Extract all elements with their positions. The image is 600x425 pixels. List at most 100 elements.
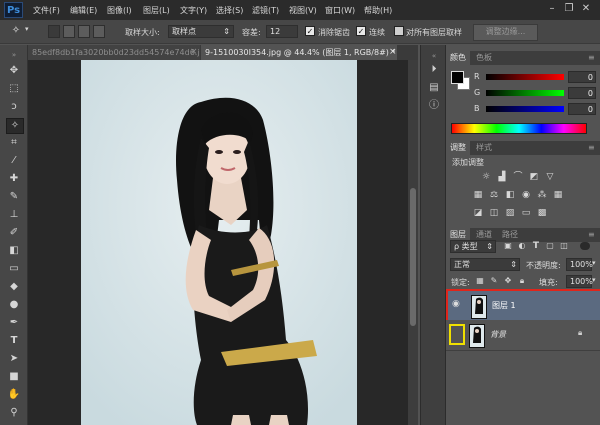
magic-wand-tool-icon[interactable]: ✧: [6, 118, 24, 134]
panel-menu-icon[interactable]: ≡: [588, 141, 595, 155]
contiguous-checkbox[interactable]: ✓: [356, 26, 366, 36]
layer-row-layer1[interactable]: ◉ 图层 1: [446, 289, 600, 323]
zoom-tool-icon[interactable]: ⚲: [6, 406, 22, 420]
pen-tool-icon[interactable]: ✒: [6, 316, 22, 330]
brush-tool-icon[interactable]: ✎: [6, 190, 22, 204]
lock-image-icon[interactable]: ✎: [488, 275, 500, 287]
photo-filter-icon[interactable]: ◉: [520, 189, 532, 201]
tab-swatches[interactable]: 色板: [472, 51, 496, 65]
new-selection-icon[interactable]: [48, 25, 60, 38]
menu-image[interactable]: 图像(I): [107, 5, 132, 16]
move-tool-icon[interactable]: ✥: [6, 64, 22, 78]
posterize-icon[interactable]: ◫: [488, 207, 500, 219]
close-icon[interactable]: ✕: [580, 3, 592, 15]
scrollbar-thumb[interactable]: [410, 188, 416, 326]
color-spectrum-ramp[interactable]: [451, 123, 587, 134]
lasso-tool-icon[interactable]: ↄ: [6, 100, 22, 114]
shape-tool-icon[interactable]: ■: [6, 370, 22, 384]
vibrance-icon[interactable]: ▽: [544, 171, 556, 183]
tab-close-icon[interactable]: ×: [190, 45, 198, 60]
tab-color[interactable]: 颜色: [446, 51, 470, 65]
color-lookup-icon[interactable]: ▦: [552, 189, 564, 201]
filter-type-icon[interactable]: T: [530, 240, 542, 252]
fill-input[interactable]: 100%: [566, 275, 593, 288]
lock-transparent-icon[interactable]: ▦: [474, 275, 486, 287]
path-selection-tool-icon[interactable]: ➤: [6, 352, 22, 366]
opacity-input[interactable]: 100%: [566, 258, 593, 271]
info-panel-icon[interactable]: ⓘ: [427, 99, 441, 113]
preset-dropdown-icon[interactable]: ▾: [25, 25, 29, 33]
menu-type[interactable]: 文字(Y): [180, 5, 207, 16]
red-value[interactable]: 0: [568, 71, 596, 83]
brightness-contrast-icon[interactable]: ☼: [480, 171, 492, 183]
black-white-icon[interactable]: ◧: [504, 189, 516, 201]
sample-size-select[interactable]: 取样点 ⇕: [168, 25, 234, 38]
healing-brush-tool-icon[interactable]: ✚: [6, 172, 22, 186]
menu-view[interactable]: 视图(V): [289, 5, 317, 16]
green-slider[interactable]: [486, 90, 564, 96]
blur-tool-icon[interactable]: ◆: [6, 280, 22, 294]
antialias-checkbox[interactable]: ✓: [305, 26, 315, 36]
exposure-icon[interactable]: ◩: [528, 171, 540, 183]
hue-saturation-icon[interactable]: ▦: [472, 189, 484, 201]
properties-panel-icon[interactable]: ▤: [427, 81, 441, 95]
layer-filter-select[interactable]: ρ 类型 ⇕: [450, 240, 496, 253]
tab-close-icon[interactable]: ×: [389, 45, 397, 60]
menu-file[interactable]: 文件(F): [33, 5, 60, 16]
intersect-selection-icon[interactable]: [93, 25, 105, 38]
threshold-icon[interactable]: ▨: [504, 207, 516, 219]
magic-wand-tool-preset-icon[interactable]: ✧: [8, 24, 24, 38]
all-layers-checkbox[interactable]: [394, 26, 404, 36]
eyedropper-tool-icon[interactable]: ⁄: [6, 154, 22, 168]
blue-value[interactable]: 0: [568, 103, 596, 115]
collapse-icon[interactable]: »: [6, 48, 22, 59]
filter-pixel-icon[interactable]: ▣: [502, 240, 514, 252]
panel-menu-icon[interactable]: ≡: [588, 51, 595, 65]
restore-icon[interactable]: ❐: [563, 3, 575, 15]
layer-row-background[interactable]: 背景 🔒︎: [446, 320, 600, 351]
tab-adjustments[interactable]: 调整: [446, 141, 470, 155]
green-value[interactable]: 0: [568, 87, 596, 99]
refine-edge-button[interactable]: 调整边缘...: [473, 24, 538, 41]
color-balance-icon[interactable]: ⚖: [488, 189, 500, 201]
collapse-panels-icon[interactable]: «: [427, 49, 441, 60]
selective-color-icon[interactable]: ▩: [536, 207, 548, 219]
dodge-tool-icon[interactable]: ●: [6, 298, 22, 312]
layer-name[interactable]: 背景: [490, 329, 506, 340]
history-panel-icon[interactable]: ⏵: [427, 63, 441, 77]
crop-tool-icon[interactable]: ⌗: [6, 136, 22, 150]
menu-window[interactable]: 窗口(W): [325, 5, 355, 16]
subtract-selection-icon[interactable]: [78, 25, 90, 38]
minimize-icon[interactable]: –: [546, 3, 558, 15]
layer-name[interactable]: 图层 1: [492, 300, 516, 311]
menu-select[interactable]: 选择(S): [216, 5, 243, 16]
levels-icon[interactable]: ▟: [496, 171, 508, 183]
filter-shape-icon[interactable]: ▢: [544, 240, 556, 252]
filter-adjustment-icon[interactable]: ◐: [516, 240, 528, 252]
curves-icon[interactable]: ⌒: [512, 171, 524, 183]
history-brush-tool-icon[interactable]: ✐: [6, 226, 22, 240]
eraser-tool-icon[interactable]: ◧: [6, 244, 22, 258]
panel-menu-icon[interactable]: ≡: [588, 228, 595, 242]
blue-slider[interactable]: [486, 106, 564, 112]
tab-styles[interactable]: 样式: [472, 141, 496, 155]
add-selection-icon[interactable]: [63, 25, 75, 38]
chevron-down-icon[interactable]: ▾: [592, 276, 596, 284]
menu-edit[interactable]: 编辑(E): [70, 5, 97, 16]
gradient-map-icon[interactable]: ▭: [520, 207, 532, 219]
lock-position-icon[interactable]: ✥: [502, 275, 514, 287]
red-slider[interactable]: [486, 74, 564, 80]
gradient-tool-icon[interactable]: ▭: [6, 262, 22, 276]
tolerance-input[interactable]: 12: [266, 25, 298, 38]
channel-mixer-icon[interactable]: ⁂: [536, 189, 548, 201]
blend-mode-select[interactable]: 正常 ⇕: [450, 258, 520, 271]
hand-tool-icon[interactable]: ✋: [6, 388, 22, 402]
filter-toggle[interactable]: [580, 242, 590, 250]
menu-filter[interactable]: 滤镜(T): [252, 5, 279, 16]
clone-stamp-tool-icon[interactable]: ⊥: [6, 208, 22, 222]
photo-canvas[interactable]: [81, 60, 357, 425]
chevron-down-icon[interactable]: ▾: [592, 259, 596, 267]
menu-layer[interactable]: 图层(L): [143, 5, 170, 16]
menu-help[interactable]: 帮助(H): [364, 5, 392, 16]
visibility-toggle-highlighted[interactable]: [449, 324, 465, 345]
